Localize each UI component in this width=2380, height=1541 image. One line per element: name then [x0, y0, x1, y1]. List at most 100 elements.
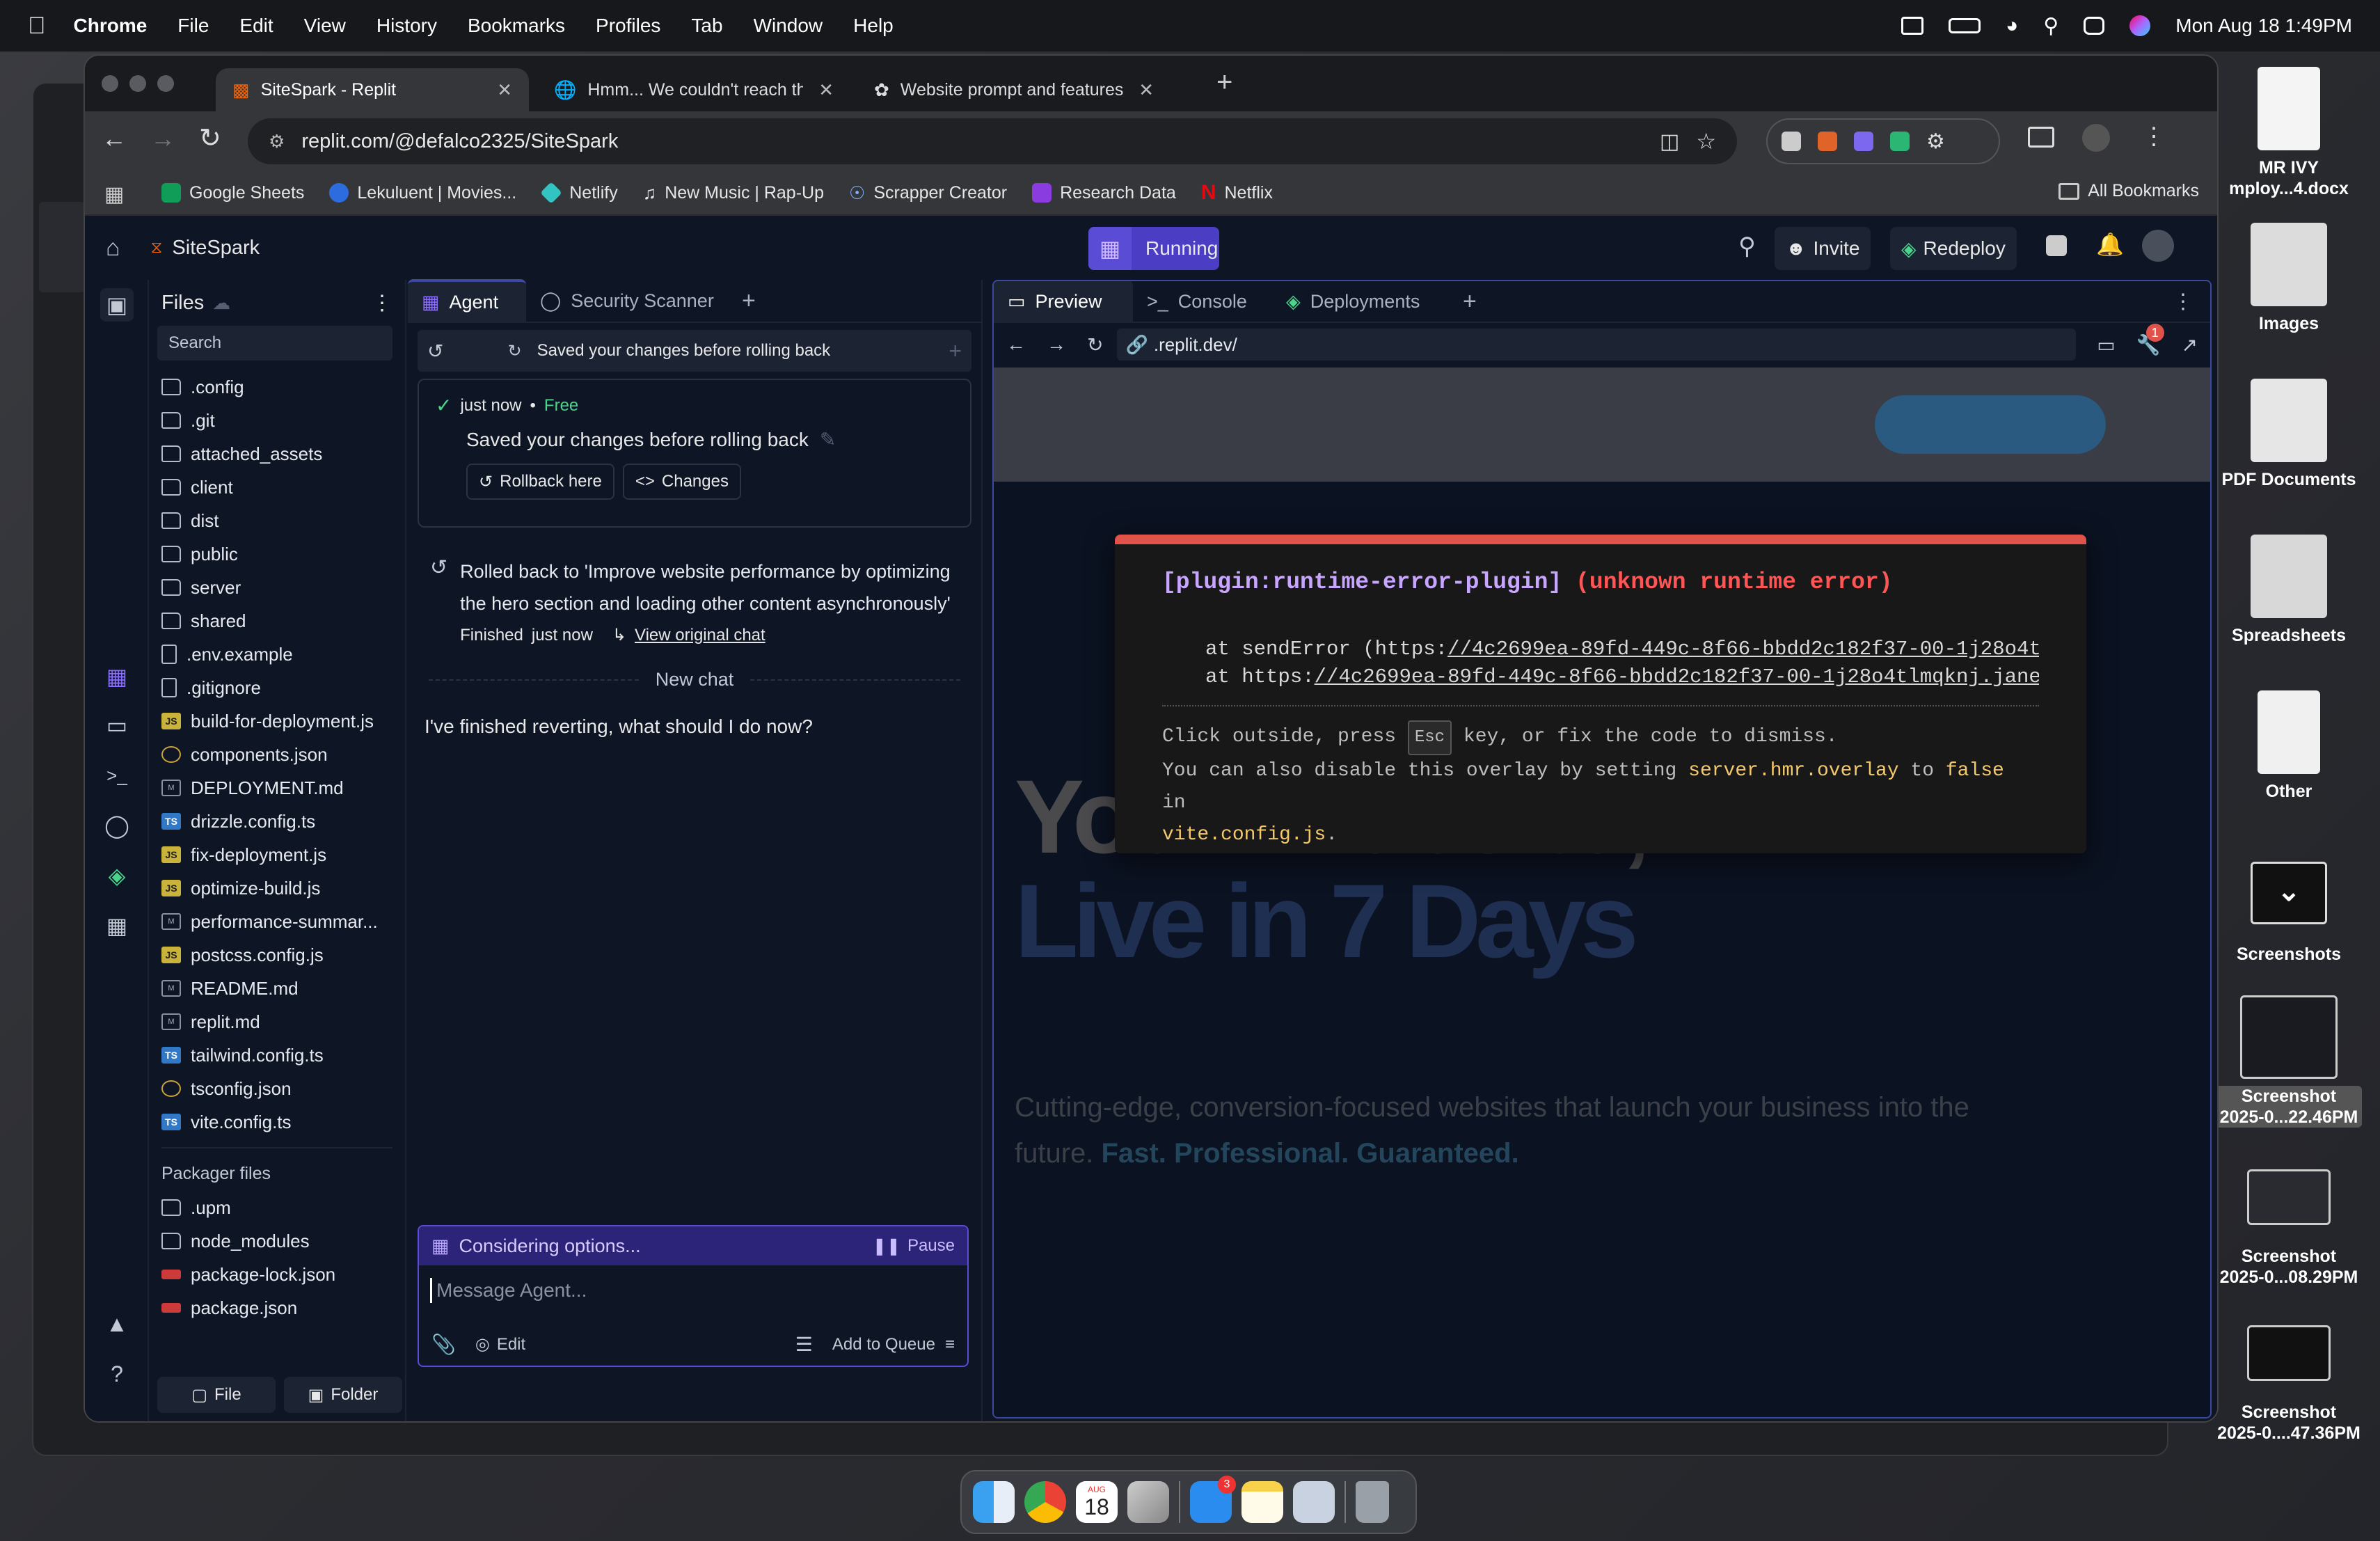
new-tab-icon[interactable]: + — [742, 287, 756, 315]
files-menu-icon[interactable]: ⋮ — [372, 291, 392, 315]
install-app-icon[interactable]: ◫ — [1660, 129, 1679, 154]
settings-sliders-icon[interactable]: ☰ — [795, 1333, 813, 1356]
file-tree-item[interactable]: JS fix-deployment.js — [149, 838, 405, 871]
menubar-clock[interactable]: Mon Aug 18 1:49PM — [2175, 15, 2352, 37]
bookmark-lekuluent[interactable]: Lekuluent | Movies... — [329, 183, 516, 203]
run-button[interactable]: ▦ Running — [1088, 227, 1219, 270]
file-tree-item[interactable]: .gitignore — [149, 671, 405, 704]
file-tree-item[interactable]: Mreplit.md — [149, 1005, 405, 1038]
menu-view[interactable]: View — [304, 15, 346, 37]
deploy-tool-icon[interactable]: ◈ — [100, 859, 134, 892]
tab-search-icon[interactable] — [2028, 127, 2054, 148]
close-tab-icon[interactable]: ✕ — [818, 79, 834, 101]
shell-tool-icon[interactable]: >_ — [100, 759, 134, 792]
close-tab-icon[interactable]: ✕ — [1139, 79, 1154, 101]
redeploy-button[interactable]: ◈ Redeploy — [1890, 227, 2017, 270]
file-tree-item[interactable]: node_modules — [149, 1224, 405, 1258]
search-icon[interactable]: ⚲ — [1738, 232, 1756, 260]
omnibox[interactable]: ⚙ replit.com/@defalco2325/SiteSpark ◫ ☆ — [248, 118, 1737, 164]
close-tab-icon[interactable]: ✕ — [497, 79, 512, 101]
all-bookmarks[interactable]: All Bookmarks — [2058, 181, 2199, 201]
message-input[interactable]: Message Agent... — [430, 1278, 967, 1303]
file-tree-item[interactable]: attached_assets — [149, 437, 405, 471]
pause-button[interactable]: ❚❚ Pause — [873, 1236, 955, 1256]
edit-pencil-icon[interactable]: ✎ — [820, 428, 836, 451]
file-tree-item[interactable]: JS optimize-build.js — [149, 871, 405, 905]
files-search-input[interactable]: Search — [157, 326, 392, 361]
menu-profiles[interactable]: Profiles — [596, 15, 660, 37]
chrome-icon[interactable] — [1024, 1481, 1066, 1523]
project-name[interactable]: SiteSpark — [172, 237, 260, 260]
site-info-icon[interactable]: ⚙ — [269, 131, 285, 152]
tab-agent[interactable]: ▦ Agent — [408, 279, 526, 322]
extension-icon[interactable] — [1782, 132, 1801, 151]
rollback-here-button[interactable]: ↺ Rollback here — [466, 464, 614, 500]
theme-icon[interactable]: ▲ — [100, 1307, 134, 1341]
forward-icon[interactable]: → — [150, 124, 175, 153]
extension-icon[interactable] — [1818, 132, 1837, 151]
desktop-icon-screenshot-2[interactable]: Screenshot 2025-0...08.29PM — [2216, 1169, 2362, 1288]
deploy-status-icon[interactable] — [2046, 235, 2067, 256]
bookmark-netlify[interactable]: Netlify — [540, 182, 618, 204]
preview-tool-icon[interactable]: ▭ — [100, 709, 134, 742]
zoom-window-button[interactable] — [157, 75, 174, 92]
bookmark-google-sheets[interactable]: Google Sheets — [161, 183, 304, 203]
menu-history[interactable]: History — [376, 15, 437, 37]
url-text[interactable]: replit.com/@defalco2325/SiteSpark — [301, 130, 618, 153]
desktop-icon-screenshot-3[interactable]: Screenshot 2025-0....47.36PM — [2216, 1325, 2362, 1444]
tab-security-scanner[interactable]: ◯ Security Scanner — [526, 279, 735, 322]
notes-icon[interactable] — [1241, 1481, 1283, 1523]
menu-file[interactable]: File — [177, 15, 209, 37]
menu-app-name[interactable]: Chrome — [74, 15, 148, 37]
tab-website-prompt[interactable]: ✿ Website prompt and features ✕ — [857, 68, 1171, 111]
file-tree-item[interactable]: package.json — [149, 1291, 405, 1325]
back-icon[interactable]: ← — [1006, 333, 1026, 356]
tab-console[interactable]: >_ Console — [1133, 281, 1272, 323]
devtools-icon[interactable]: 🔧 1 — [2136, 323, 2164, 356]
file-tree-item[interactable]: M DEPLOYMENT.md — [149, 771, 405, 805]
desktop-icon-other[interactable]: Other — [2216, 690, 2362, 802]
file-tree-item[interactable]: .env.example — [149, 638, 405, 671]
desktop-icon-screenshot-1[interactable]: Screenshot 2025-0...22.46PM — [2216, 995, 2362, 1128]
open-new-window-icon[interactable]: ↗ — [2182, 333, 2198, 356]
menu-bookmarks[interactable]: Bookmarks — [468, 15, 565, 37]
spotlight-icon[interactable]: ⚲ — [2043, 14, 2058, 38]
desktop-icon-images[interactable]: Images — [2216, 223, 2362, 334]
new-file-button[interactable]: ▢ File — [157, 1377, 276, 1413]
home-icon[interactable]: ⌂ — [106, 235, 120, 262]
stack-link[interactable]: //4c2699ea-89fd-449c-8f66-bbdd2c182f37-0… — [1447, 638, 2039, 661]
new-tab-icon[interactable]: + — [1216, 67, 1232, 98]
add-to-queue-button[interactable]: Add to Queue ≡ — [832, 1335, 955, 1354]
desktop-icon-docx[interactable]: MR IVY mploy...4.docx — [2216, 67, 2362, 199]
preview-url-input[interactable]: 🔗 .replit.dev/ — [1117, 329, 2077, 361]
history-icon[interactable]: ↺ — [427, 340, 443, 363]
file-tree-item[interactable]: .config — [149, 370, 405, 404]
file-tree-item[interactable]: M README.md — [149, 972, 405, 1005]
user-avatar[interactable] — [2142, 230, 2174, 262]
forward-icon[interactable]: → — [1047, 333, 1066, 356]
paperclip-icon[interactable]: 📎 — [431, 1333, 456, 1356]
notifications-bell-icon[interactable]: 🔔 — [2096, 231, 2124, 258]
control-center-icon[interactable] — [2084, 17, 2105, 35]
file-tree-item[interactable]: shared — [149, 604, 405, 638]
desktop-icon-spreadsheets[interactable]: Spreadsheets — [2216, 535, 2362, 646]
file-tree-item[interactable]: server — [149, 571, 405, 604]
agent-tool-icon[interactable]: ▦ — [100, 660, 134, 693]
back-icon[interactable]: ← — [102, 124, 127, 153]
file-tree-item[interactable]: dist — [149, 504, 405, 537]
tab-unreachable[interactable]: 🌐 Hmm... We couldn't reach thi ✕ — [537, 68, 850, 111]
battery-icon[interactable] — [1949, 18, 1981, 33]
file-tree-item[interactable]: JS build-for-deployment.js — [149, 704, 405, 738]
reload-icon[interactable]: ↻ — [1087, 333, 1103, 356]
file-tree-item[interactable]: TS drizzle.config.ts — [149, 805, 405, 838]
changes-button[interactable]: <> Changes — [622, 464, 741, 500]
screen-mirror-icon[interactable] — [1901, 17, 1924, 35]
calendar-icon[interactable]: AUG 18 — [1076, 1481, 1118, 1523]
file-tree-item[interactable]: TS vite.config.ts — [149, 1105, 405, 1139]
file-tree-item[interactable]: JS postcss.config.js — [149, 938, 405, 972]
stack-link[interactable]: //4c2699ea-89fd-449c-8f66-bbdd2c182f37-0… — [1315, 665, 2039, 688]
invite-button[interactable]: ☻ Invite — [1775, 227, 1871, 270]
bookmark-star-icon[interactable]: ☆ — [1696, 128, 1716, 155]
menu-edit[interactable]: Edit — [239, 15, 273, 37]
reload-icon[interactable]: ↻ — [199, 123, 221, 154]
